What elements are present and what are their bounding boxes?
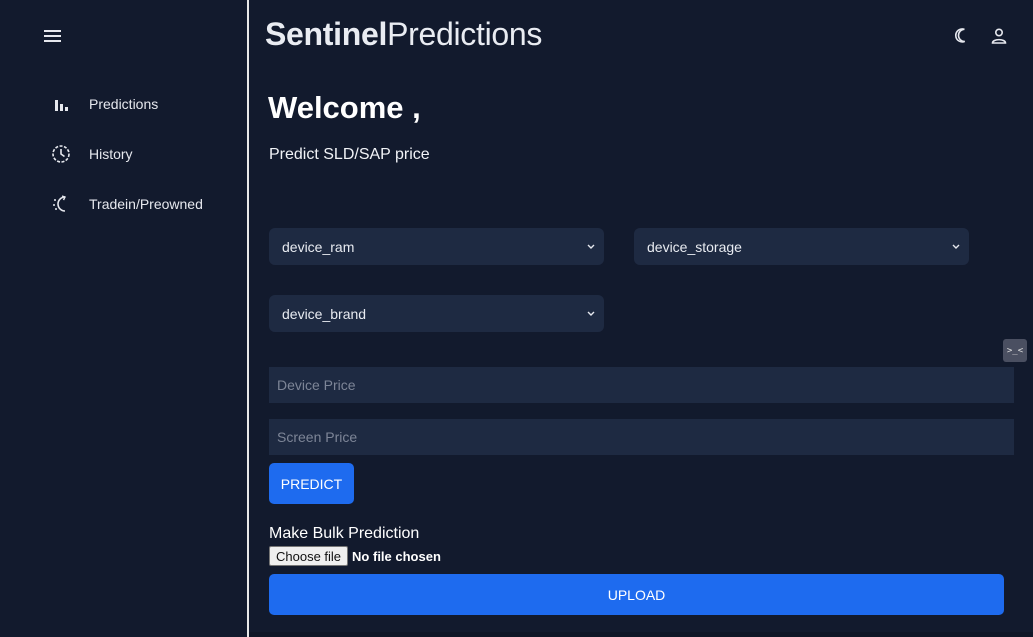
swap-icon	[50, 193, 72, 215]
device-ram-select[interactable]: device_ram	[269, 228, 604, 265]
moon-icon[interactable]	[951, 24, 975, 48]
bar-chart-icon	[50, 93, 72, 115]
choose-file-button[interactable]: Choose file	[269, 546, 349, 566]
sidebar-item-label: History	[89, 146, 133, 162]
bottom-strip	[249, 632, 1033, 637]
select-value: device_ram	[282, 238, 355, 255]
sidebar-divider	[247, 0, 249, 637]
select-value: device_brand	[282, 305, 367, 322]
screen-price-input[interactable]	[269, 419, 1014, 455]
sidebar-item-label: Predictions	[89, 96, 159, 112]
extension-icon[interactable]: >_<	[1003, 339, 1027, 362]
page-title: Welcome ,	[268, 90, 421, 125]
chevron-down-icon	[586, 309, 596, 319]
app-brand: SentinelPredictions	[265, 16, 542, 53]
brand-bold: Sentinel	[265, 16, 388, 52]
page-subtitle: Predict SLD/SAP price	[269, 146, 430, 163]
sidebar: Predictions History Tradein/Preowned	[0, 0, 248, 637]
select-value: device_storage	[647, 238, 742, 255]
hamburger-menu-icon[interactable]	[40, 24, 66, 48]
file-picker: Choose file No file chosen	[269, 546, 441, 566]
chevron-down-icon	[586, 242, 596, 252]
brand-light: Predictions	[387, 16, 543, 52]
bulk-prediction-title: Make Bulk Prediction	[269, 525, 420, 542]
device-brand-select[interactable]: device_brand	[269, 295, 604, 332]
chevron-down-icon	[951, 242, 961, 252]
file-status-text: No file chosen	[352, 548, 441, 564]
predict-button[interactable]: PREDICT	[269, 463, 354, 504]
upload-button[interactable]: UPLOAD	[269, 574, 1004, 615]
sidebar-item-tradein[interactable]: Tradein/Preowned	[50, 190, 240, 218]
device-storage-select[interactable]: device_storage	[634, 228, 969, 265]
device-price-input[interactable]	[269, 367, 1014, 403]
sidebar-item-label: Tradein/Preowned	[89, 196, 203, 212]
sidebar-item-history[interactable]: History	[50, 140, 240, 168]
user-icon[interactable]	[987, 24, 1011, 48]
sidebar-item-predictions[interactable]: Predictions	[50, 90, 240, 118]
clock-icon	[50, 143, 72, 165]
